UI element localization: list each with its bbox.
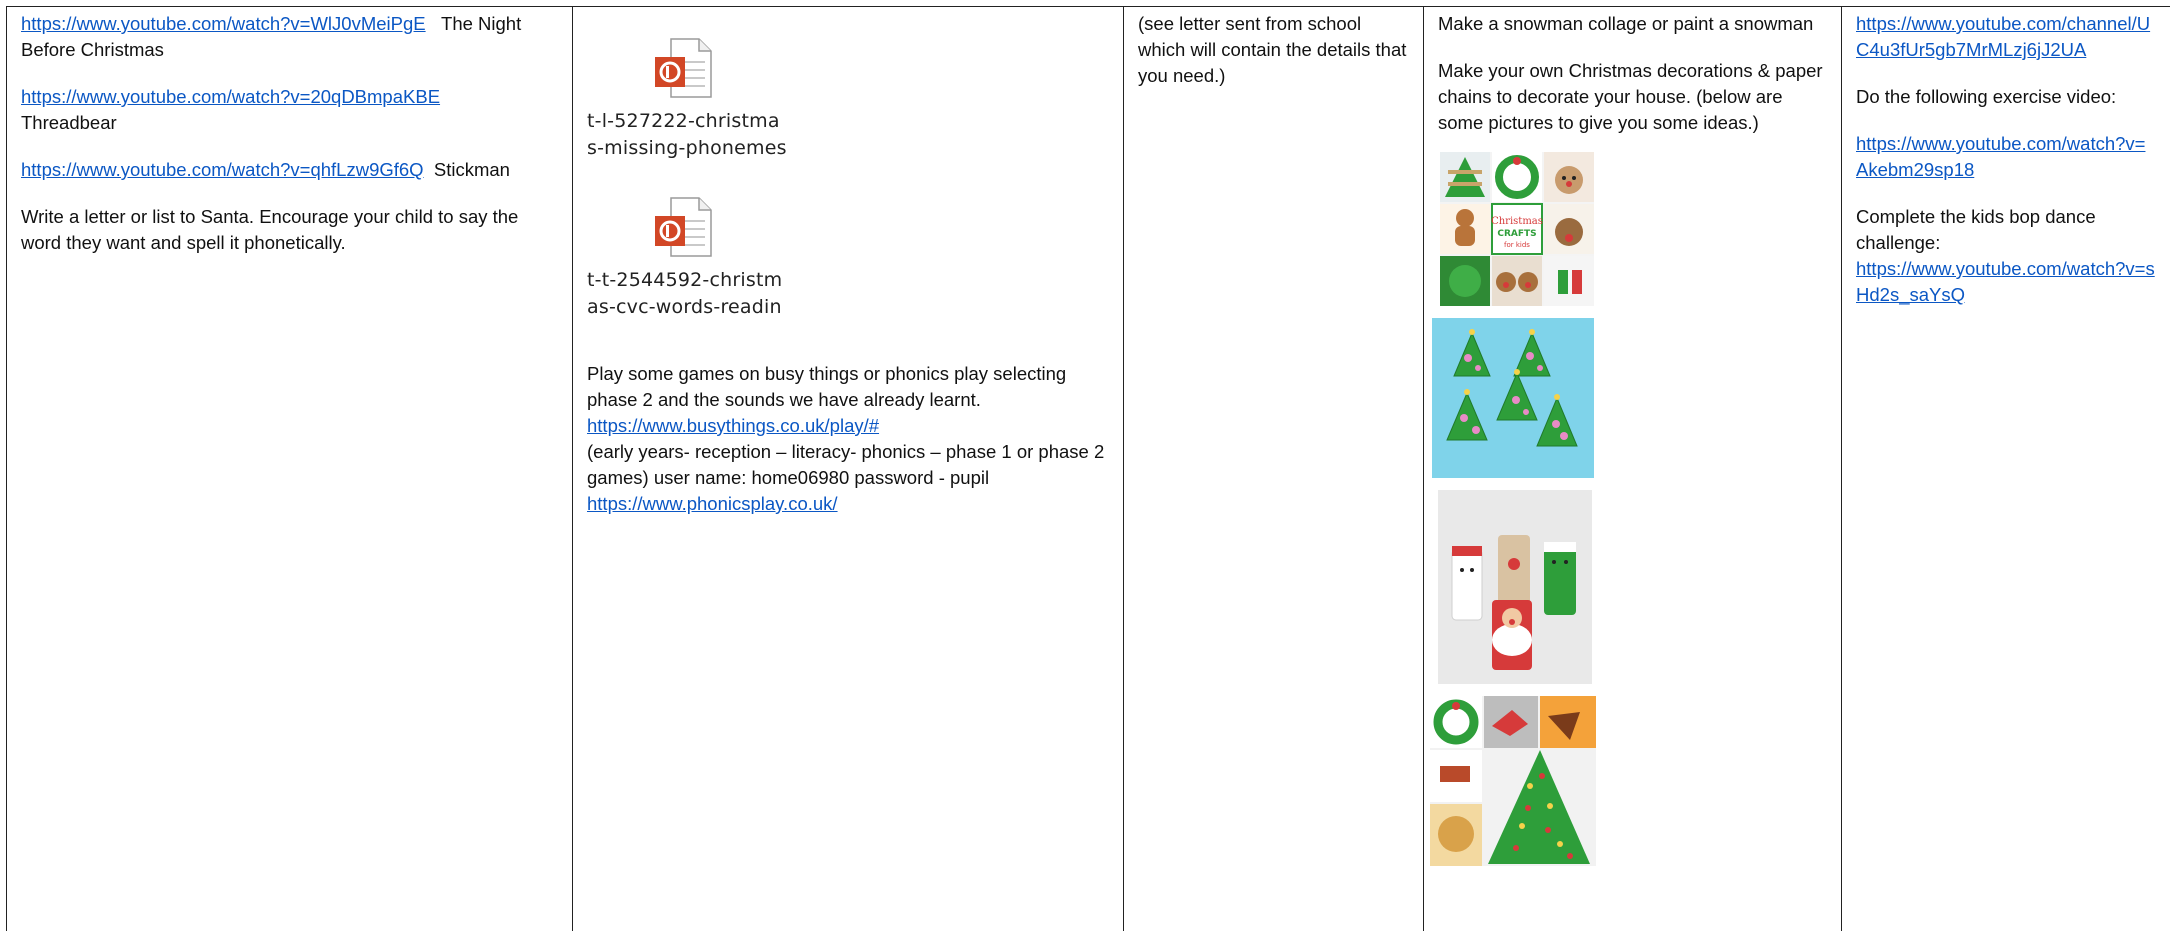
letter-to-santa-task: Write a letter or list to Santa. Encoura… bbox=[21, 206, 519, 253]
craft-ideas-pictures: Christmas CRAFTS for kids bbox=[1430, 152, 1827, 866]
collage-caption-3: for kids bbox=[1504, 241, 1530, 249]
story-title-threadbear: Threadbear bbox=[21, 112, 117, 133]
attachment-filename-line1: t-t-2544592-christm bbox=[587, 269, 783, 291]
column-letter-note: (see letter sent from school which will … bbox=[1123, 7, 1423, 931]
kids-bop-video-link[interactable]: https://www.youtube.com/watch?v=sHd2s_sa… bbox=[1856, 258, 2155, 305]
school-letter-note: (see letter sent from school which will … bbox=[1138, 13, 1407, 86]
youtube-channel-link[interactable]: https://www.youtube.com/channel/UC4u3fUr… bbox=[1856, 13, 2150, 60]
column-stories: https://www.youtube.com/watch?v=WlJ0vMei… bbox=[6, 7, 572, 931]
phonics-games-block: Play some games on busy things or phonic… bbox=[587, 361, 1109, 517]
handprint-crafts-collage-image bbox=[1430, 696, 1596, 866]
paper-christmas-trees-image bbox=[1432, 318, 1594, 478]
story-title-stickman: Stickman bbox=[433, 159, 510, 180]
exercise-video-link[interactable]: https://www.youtube.com/watch?v=Akebm29s… bbox=[1856, 133, 2145, 180]
snowman-task: Make a snowman collage or paint a snowma… bbox=[1438, 13, 1814, 34]
games-login-note: (early years- reception – literacy- phon… bbox=[587, 441, 1105, 488]
attachment-filename-line1: t-l-527222-christma bbox=[587, 110, 780, 132]
kids-bop-instructions: Complete the kids bop dance challenge: bbox=[1856, 206, 2096, 253]
column-crafts: Make a snowman collage or paint a snowma… bbox=[1423, 7, 1841, 931]
attachment-missing-phonemes[interactable]: t-l-527222-christma s-missing-phonemes bbox=[587, 37, 792, 162]
collage-caption-1: Christmas bbox=[1491, 216, 1543, 227]
attachment-filename-line2: as-cvc-words-readin bbox=[587, 296, 782, 318]
toilet-roll-characters-image bbox=[1438, 490, 1592, 684]
attachment-cvc-words[interactable]: t-t-2544592-christm as-cvc-words-readin bbox=[587, 196, 792, 321]
phonicsplay-link[interactable]: https://www.phonicsplay.co.uk/ bbox=[587, 493, 838, 514]
youtube-link-night-before-christmas[interactable]: https://www.youtube.com/watch?v=WlJ0vMei… bbox=[21, 13, 426, 34]
powerpoint-file-icon bbox=[655, 38, 712, 98]
youtube-link-stickman[interactable]: https://www.youtube.com/watch?v=qhfLzw9G… bbox=[21, 159, 424, 180]
attachment-filename-line2: s-missing-phonemes bbox=[587, 137, 787, 159]
youtube-link-threadbear[interactable]: https://www.youtube.com/watch?v=20qDBmpa… bbox=[21, 86, 440, 107]
decorations-task: Make your own Christmas decorations & pa… bbox=[1438, 60, 1823, 133]
exercise-instructions: Do the following exercise video: bbox=[1856, 86, 2117, 107]
activity-table: https://www.youtube.com/watch?v=WlJ0vMei… bbox=[6, 6, 2170, 931]
column-phonics: t-l-527222-christma s-missing-phonemes t… bbox=[572, 7, 1123, 931]
games-instructions: Play some games on busy things or phonic… bbox=[587, 363, 1067, 410]
busythings-link[interactable]: https://www.busythings.co.uk/play/# bbox=[587, 415, 879, 436]
column-exercise: https://www.youtube.com/channel/UC4u3fUr… bbox=[1841, 7, 2170, 931]
collage-caption-2: CRAFTS bbox=[1497, 229, 1536, 239]
christmas-crafts-collage-image: Christmas CRAFTS for kids bbox=[1440, 152, 1594, 306]
powerpoint-file-icon bbox=[655, 197, 712, 257]
